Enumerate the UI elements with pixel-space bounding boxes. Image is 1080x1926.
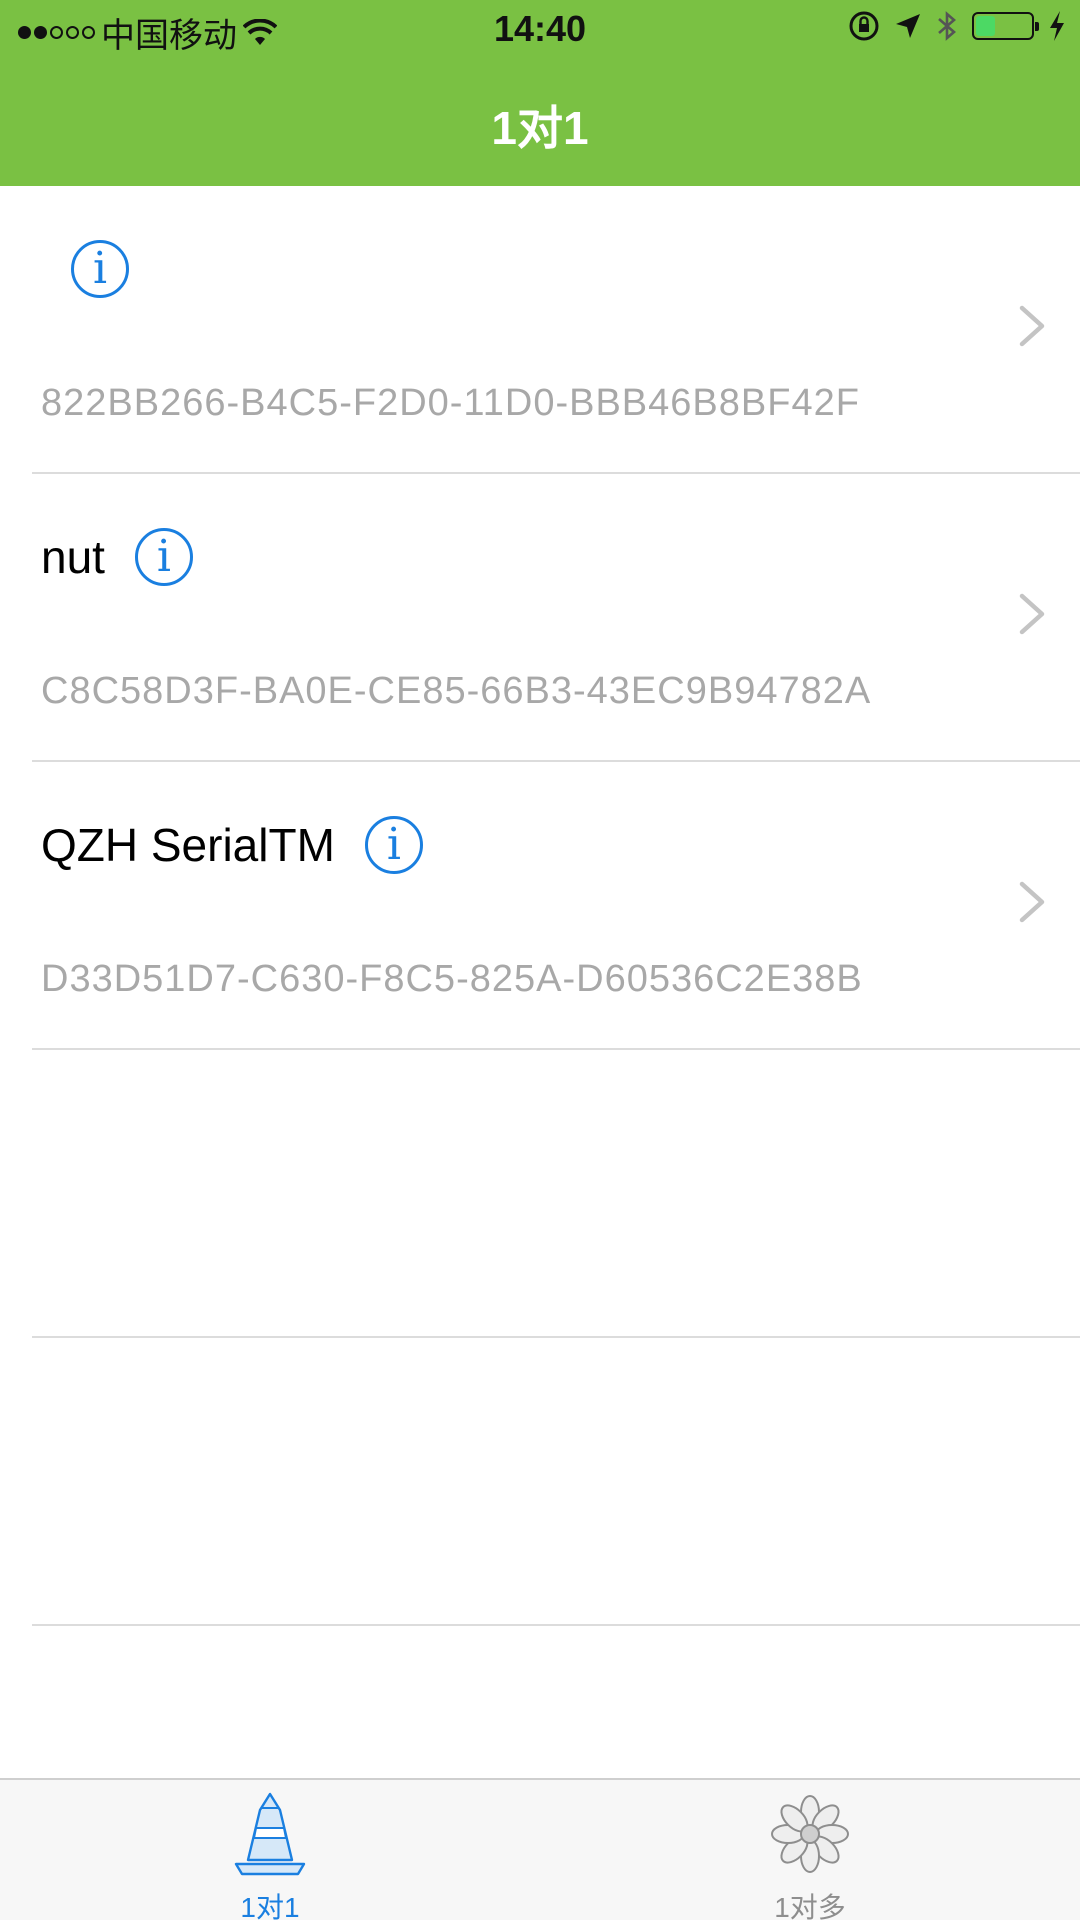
row-divider [32,1624,1080,1626]
info-icon[interactable]: i [134,528,193,586]
device-name: QZH SerialTM [41,819,335,871]
device-name: nut [41,531,105,583]
status-bar: 中国移动 14:40 [0,0,1080,58]
info-icon[interactable]: i [71,240,129,298]
bluetooth-icon [938,11,956,41]
device-name-line: nut i [41,524,193,590]
rotation-lock-icon [849,11,879,41]
device-name-line: i [41,236,129,302]
chevron-right-icon [1019,305,1045,347]
device-row[interactable]: nut i C8C58D3F-BA0E-CE85-66B3-43EC9B9478… [0,474,1080,762]
chevron-right-icon [1019,593,1045,635]
device-row[interactable]: i 822BB266-B4C5-F2D0-11D0-BBB46B8BF42F [0,186,1080,474]
device-name-line: QZH SerialTM i [41,812,423,878]
status-right [848,10,1066,42]
tab-label: 1对多 [774,1892,846,1923]
tab-one-to-many[interactable]: 1对多 [540,1780,1080,1923]
traffic-cone-icon [234,1792,306,1876]
device-uuid: C8C58D3F-BA0E-CE85-66B3-43EC9B94782A [41,670,872,712]
location-arrow-icon [896,14,920,38]
chevron-right-icon [1019,881,1045,923]
tab-one-to-one[interactable]: 1对1 [0,1780,540,1923]
info-icon[interactable]: i [364,816,423,874]
device-list: i 822BB266-B4C5-F2D0-11D0-BBB46B8BF42F n… [0,186,1080,1626]
empty-row [0,1338,1080,1626]
empty-row [0,1050,1080,1338]
device-uuid: 822BB266-B4C5-F2D0-11D0-BBB46B8BF42F [41,382,860,424]
battery-icon [972,12,1039,40]
page-title: 1对1 [491,102,589,154]
navigation-bar: 1对1 [0,58,1080,186]
charging-bolt-icon [1050,11,1064,41]
flower-icon [771,1795,849,1873]
tab-bar: 1对1 1对多 [0,1778,1080,1923]
device-uuid: D33D51D7-C630-F8C5-825A-D60536C2E38B [41,958,863,1000]
device-row[interactable]: QZH SerialTM i D33D51D7-C630-F8C5-825A-D… [0,762,1080,1050]
tab-label: 1对1 [240,1892,300,1923]
